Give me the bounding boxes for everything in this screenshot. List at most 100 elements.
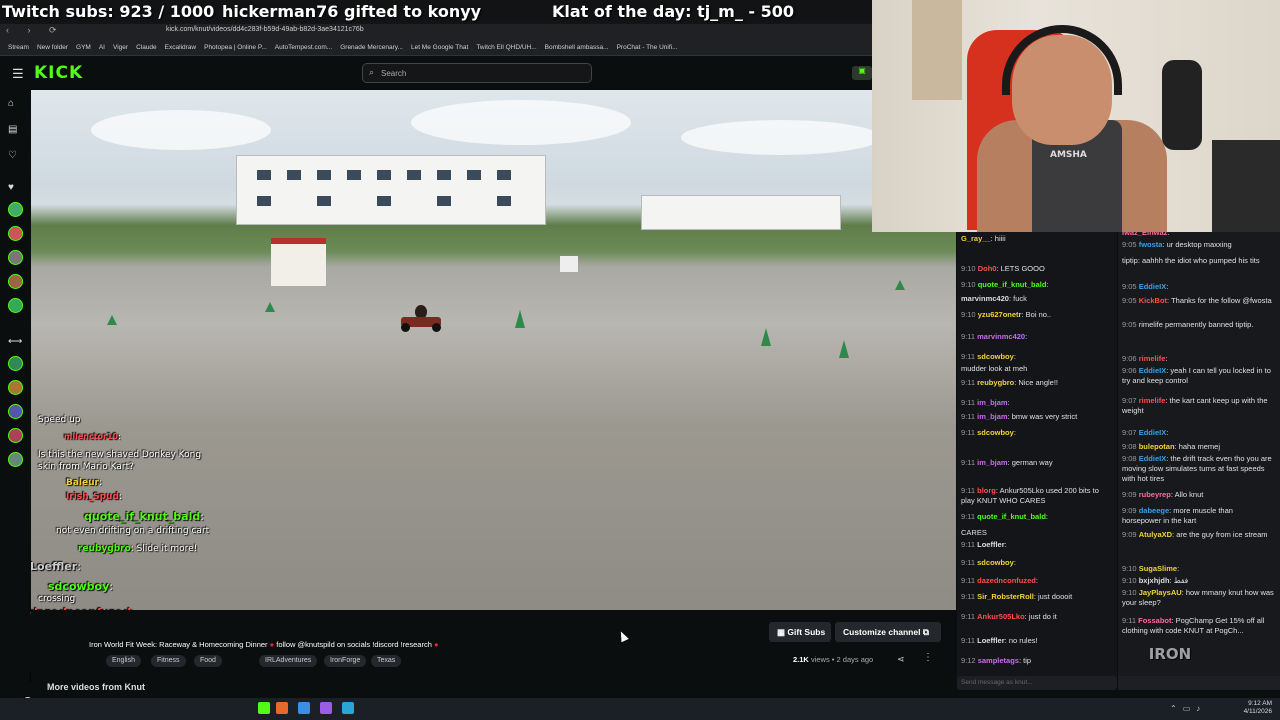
overlay-chat-username[interactable]: quote_if_knut_bald (84, 510, 200, 523)
system-tray-icons[interactable]: ⌃▭♪ (1170, 704, 1206, 713)
kick-button[interactable]: ▣ (852, 66, 872, 80)
browse-icon[interactable]: ▤ (8, 124, 17, 135)
bookmark-item[interactable]: Let Me Google That (411, 44, 468, 51)
chat-username[interactable]: Sir_RobsterRoll (977, 592, 1034, 601)
customize-channel-button[interactable]: Customize channel ⧉ (835, 622, 941, 642)
chat-username[interactable]: quote_if_knut_bald (978, 280, 1047, 289)
overlay-chat-username[interactable]: Irish_Spud (66, 492, 119, 502)
kick-logo[interactable]: KICK (34, 63, 83, 83)
chat-username[interactable]: JayPlaysAU (1139, 588, 1182, 597)
app-icon[interactable] (342, 702, 354, 714)
chat-username[interactable]: marvinmc420 (961, 294, 1009, 303)
chat-username[interactable]: im_bjam (977, 458, 1007, 467)
bookmark-item[interactable]: Grenade Mercenary... (340, 44, 403, 51)
gift-subs-button[interactable]: ▦ Gift Subs (769, 622, 831, 642)
chat-input[interactable]: Send message as knut... (957, 676, 1117, 690)
channel-avatar[interactable] (8, 202, 23, 217)
chat-username[interactable]: marvinmc420 (977, 332, 1025, 341)
bookmark-item[interactable]: AI (99, 44, 105, 51)
chat-text: CARES (961, 528, 987, 537)
bookmark-item[interactable]: ProChat - The Unifi... (617, 44, 678, 51)
tag[interactable]: Texas (371, 655, 402, 667)
chat-username[interactable]: dazednconfuzed (977, 576, 1036, 585)
chat-username[interactable]: Ankur505Lko (977, 612, 1025, 621)
chat-username[interactable]: rimelife (1139, 354, 1166, 363)
channel-avatar[interactable] (8, 226, 23, 241)
bookmark-item[interactable]: Photopea | Online P... (204, 44, 267, 51)
chat-text: : (1025, 332, 1028, 341)
chat-username[interactable]: SugaSlime (1139, 564, 1177, 573)
overlay-chat-username[interactable]: Baleur (66, 478, 99, 488)
chat-username[interactable]: yzu627onetr (978, 310, 1022, 319)
chat-username[interactable]: Loeffler (977, 636, 1005, 645)
bookmark-item[interactable]: Stream (8, 44, 29, 51)
chat-username[interactable]: sdcowboy (977, 428, 1014, 437)
overlay-chat-username[interactable]: Loeffler (30, 560, 77, 573)
chat-username[interactable]: KickBot (1139, 296, 1167, 305)
channel-avatar[interactable] (8, 380, 23, 395)
bookmark-item[interactable]: Viger (113, 44, 128, 51)
more-options-icon[interactable]: ⋮ (923, 652, 933, 663)
tag[interactable]: Fitness (151, 655, 186, 667)
chat-username[interactable]: im_bjam (977, 412, 1007, 421)
overlay-chat-username[interactable]: sdcowboy (48, 580, 109, 593)
app-icon[interactable] (298, 702, 310, 714)
chat-username[interactable]: fwosta (1139, 240, 1163, 249)
chat-username[interactable]: G_ray__ (961, 234, 991, 243)
chat-username[interactable]: rubeyrep (1139, 490, 1171, 499)
bookmark-item[interactable]: GYM (76, 44, 91, 51)
chat-username[interactable]: dabeege (1139, 506, 1169, 515)
chat-username[interactable]: im_bjam (977, 398, 1007, 407)
channel-avatar[interactable] (8, 298, 23, 313)
menu-icon[interactable]: ☰ (12, 66, 24, 82)
bookmark-item[interactable]: New folder (37, 44, 68, 51)
chat-message: 9:10 SugaSlime: (1122, 564, 1274, 574)
home-icon[interactable]: ⌂ (8, 98, 14, 109)
chat-username[interactable]: bulepotan (1139, 442, 1175, 451)
bookmark-item[interactable]: AutoTempest.com... (275, 44, 332, 51)
tag[interactable]: Food (194, 655, 222, 667)
chat-username[interactable]: sampletags (978, 656, 1019, 665)
app-icon[interactable] (258, 702, 270, 714)
browser-nav-icons[interactable]: ‹ › ⟳ (6, 25, 65, 36)
chat-username[interactable]: reubygbro (977, 378, 1014, 387)
following-icon[interactable]: ♡ (8, 150, 17, 161)
recommended-icon[interactable]: ⟷ (8, 336, 22, 347)
bookmark-item[interactable]: Excalidraw (165, 44, 196, 51)
tag[interactable]: IronForge (324, 655, 367, 667)
tag[interactable]: English (106, 655, 141, 667)
url-field[interactable]: kick.com/knut/videos/dd4c283f-b59d-49ab-… (166, 26, 364, 33)
chat-input-secondary[interactable] (1118, 676, 1280, 690)
chat-username[interactable]: quote_if_knut_bald (977, 512, 1046, 521)
chat-username[interactable]: Iwaz_Elhwaz (1122, 232, 1167, 237)
tag[interactable]: IRLAdventures (259, 655, 318, 667)
overlay-chat-username[interactable]: mllenctor10 (64, 432, 118, 441)
chat-username[interactable]: EddieIX (1139, 366, 1167, 375)
heart-icon[interactable]: ♥ (8, 182, 14, 193)
channel-avatar[interactable] (8, 356, 23, 371)
app-icon[interactable] (320, 702, 332, 714)
chat-username[interactable]: rimelife (1139, 396, 1166, 405)
chat-timestamp: 9:11 (961, 458, 976, 467)
chat-username[interactable]: Loeffler (977, 540, 1005, 549)
chat-username[interactable]: EddieIX (1139, 454, 1167, 463)
chat-username[interactable]: Fossabot (1138, 616, 1171, 625)
chat-username[interactable]: AtulyaXD (1139, 530, 1172, 539)
bookmark-item[interactable]: Claude (136, 44, 157, 51)
chat-username[interactable]: Doh0 (978, 264, 997, 273)
bookmark-item[interactable]: Bombshell ambassa... (545, 44, 609, 51)
chat-username[interactable]: sdcowboy (977, 558, 1014, 567)
channel-avatar[interactable] (8, 250, 23, 265)
overlay-chat-text: : (118, 432, 121, 441)
search-input[interactable]: ⌕ Search (362, 63, 592, 83)
channel-avatar[interactable] (8, 274, 23, 289)
chat-username[interactable]: EddieIX (1139, 282, 1167, 291)
bookmark-item[interactable]: Twitch Ell QHD/UH... (476, 44, 536, 51)
app-icon[interactable] (276, 702, 288, 714)
chat-username[interactable]: blorg (977, 486, 996, 495)
chat-username[interactable]: bxjxhjdh (1139, 576, 1170, 585)
share-icon[interactable]: ⋖ (897, 654, 905, 665)
chat-username[interactable]: EddieIX (1139, 428, 1167, 437)
chat-username[interactable]: sdcowboy (977, 352, 1014, 361)
overlay-chat-username[interactable]: reubygbro (78, 544, 131, 554)
